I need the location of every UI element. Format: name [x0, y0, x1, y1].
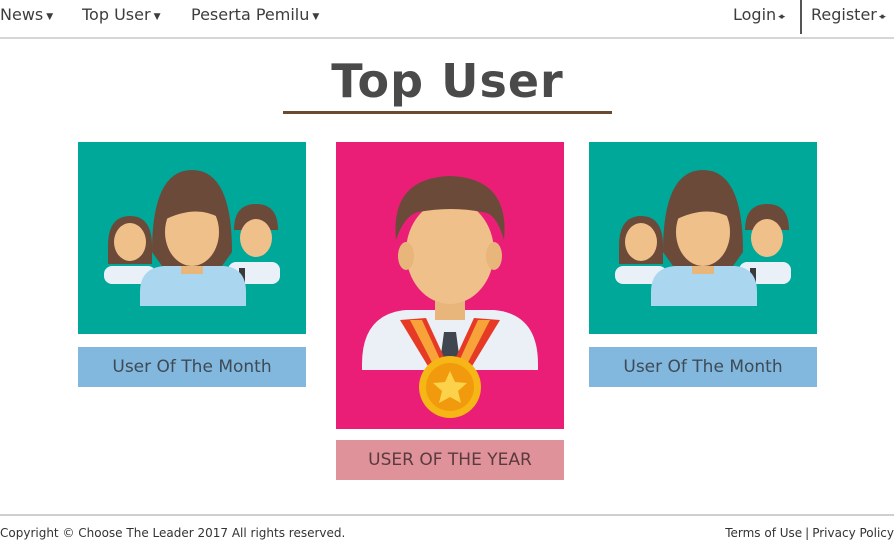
nav-register-link[interactable]: Register ◂▸	[811, 5, 886, 24]
nav-news-dropdown[interactable]: News ▼	[0, 5, 53, 24]
caret-down-icon: ▼	[153, 12, 161, 22]
privacy-policy-link[interactable]: Privacy Policy	[812, 526, 894, 540]
user-of-month-button[interactable]: User Of The Month	[78, 347, 306, 387]
nav-top-user-label: Top User	[82, 5, 151, 24]
user-of-month-image-2[interactable]	[589, 142, 817, 334]
user-of-year-image[interactable]	[336, 142, 564, 429]
footer-separator: |	[805, 526, 810, 540]
nav-divider	[800, 0, 802, 34]
nav-register-label: Register	[811, 5, 877, 24]
user-medal-icon	[362, 176, 538, 418]
arrows-left-right-icon: ◂▸	[878, 12, 886, 22]
footer: Copyright © Choose The Leader 2017 All r…	[0, 514, 894, 541]
user-group-icon	[104, 170, 280, 306]
user-of-month-image[interactable]	[78, 142, 306, 334]
title-underline	[283, 111, 612, 114]
nav-login-link[interactable]: Login ◂▸	[733, 5, 785, 24]
copyright-text: Copyright © Choose The Leader 2017 All r…	[0, 526, 346, 540]
top-navbar: News ▼ Top User ▼ Peserta Pemilu ▼ Login ◂▸ …	[0, 0, 894, 39]
nav-news-label: News	[0, 5, 44, 24]
page-title: Top User	[331, 54, 564, 108]
nav-peserta-dropdown[interactable]: Peserta Pemilu ▼	[191, 5, 319, 24]
nav-top-user-dropdown[interactable]: Top User ▼	[82, 5, 160, 24]
user-of-month-button-2[interactable]: User Of The Month	[589, 347, 817, 387]
nav-peserta-label: Peserta Pemilu	[191, 5, 310, 24]
user-group-icon	[615, 170, 791, 306]
footer-links: Terms of Use | Privacy Policy	[725, 526, 894, 540]
caret-down-icon: ▼	[312, 12, 320, 22]
caret-down-icon: ▼	[46, 12, 54, 22]
user-of-year-button[interactable]: USER OF THE YEAR	[336, 440, 564, 480]
nav-login-label: Login	[733, 5, 777, 24]
terms-of-use-link[interactable]: Terms of Use	[725, 526, 802, 540]
arrows-left-right-icon: ◂▸	[778, 12, 785, 22]
